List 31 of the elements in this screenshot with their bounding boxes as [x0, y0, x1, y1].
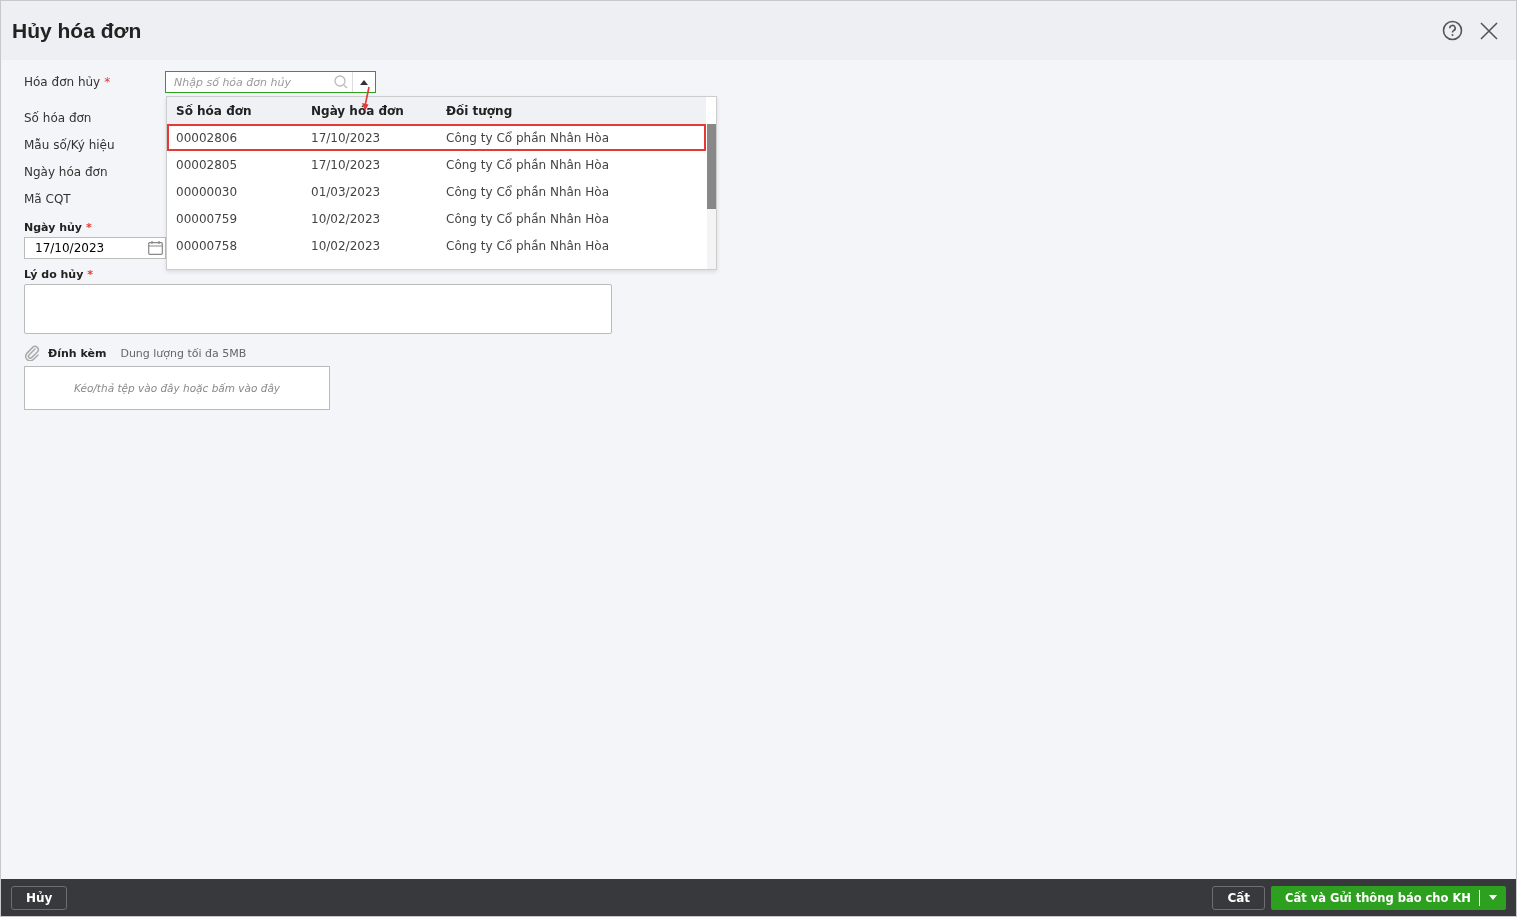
reason-field[interactable]	[24, 284, 612, 334]
field-label: Số hóa đơn	[24, 110, 93, 125]
field-label: Hóa đơn hủy *	[24, 75, 112, 89]
column-header: Ngày hóa đơn	[311, 103, 405, 118]
invoice-row[interactable]: 00000759 10/02/2023 Công ty Cổ phần Nhân Hòa	[167, 205, 706, 232]
field-label: Ngày hóa đơn	[24, 164, 109, 179]
invoice-row[interactable]: 00000758 10/02/2023 Công ty Cổ phần Nhân Hòa	[167, 232, 706, 259]
field-label: Lý do hủy *	[24, 268, 95, 281]
save-button[interactable]: Cất	[1212, 885, 1266, 910]
cancel-button[interactable]: Hủy	[11, 885, 68, 910]
invoice-row[interactable]: 00002805 17/10/2023 Công ty Cổ phần Nhân Hòa	[167, 151, 706, 178]
column-header: Đối tượng	[446, 103, 514, 118]
caret-icon	[360, 79, 368, 85]
scrollbar[interactable]	[707, 124, 716, 269]
caret-icon	[1489, 895, 1497, 900]
invoice-row[interactable]: 00000030 01/03/2023 Công ty Cổ phần Nhân Hòa	[167, 178, 706, 205]
field-label: Mã CQT	[24, 191, 72, 206]
paperclip-icon	[24, 345, 40, 361]
close-icon[interactable]	[1480, 21, 1498, 40]
column-header: Số hóa đơn	[176, 103, 253, 118]
size-limit-note: Dung lượng tối đa 5MB	[120, 346, 247, 360]
field-label: Ngày hủy *	[24, 221, 93, 234]
help-icon[interactable]	[1442, 20, 1463, 41]
invoice-row[interactable]: 00002806 17/10/2023 Công ty Cổ phần Nhân Hòa	[167, 124, 706, 151]
attachment-label: Đính kèm	[48, 346, 107, 360]
window-title: Hủy hóa đơn	[12, 18, 142, 43]
file-drop-zone[interactable]: Kéo/thả tệp vào đây hoặc bấm vào đây	[24, 366, 330, 410]
search-icon	[334, 75, 348, 89]
date-field[interactable]: 17/10/2023	[24, 237, 166, 259]
field-label: Mẫu số/Ký hiệu	[24, 137, 116, 152]
calendar-icon	[148, 241, 163, 255]
